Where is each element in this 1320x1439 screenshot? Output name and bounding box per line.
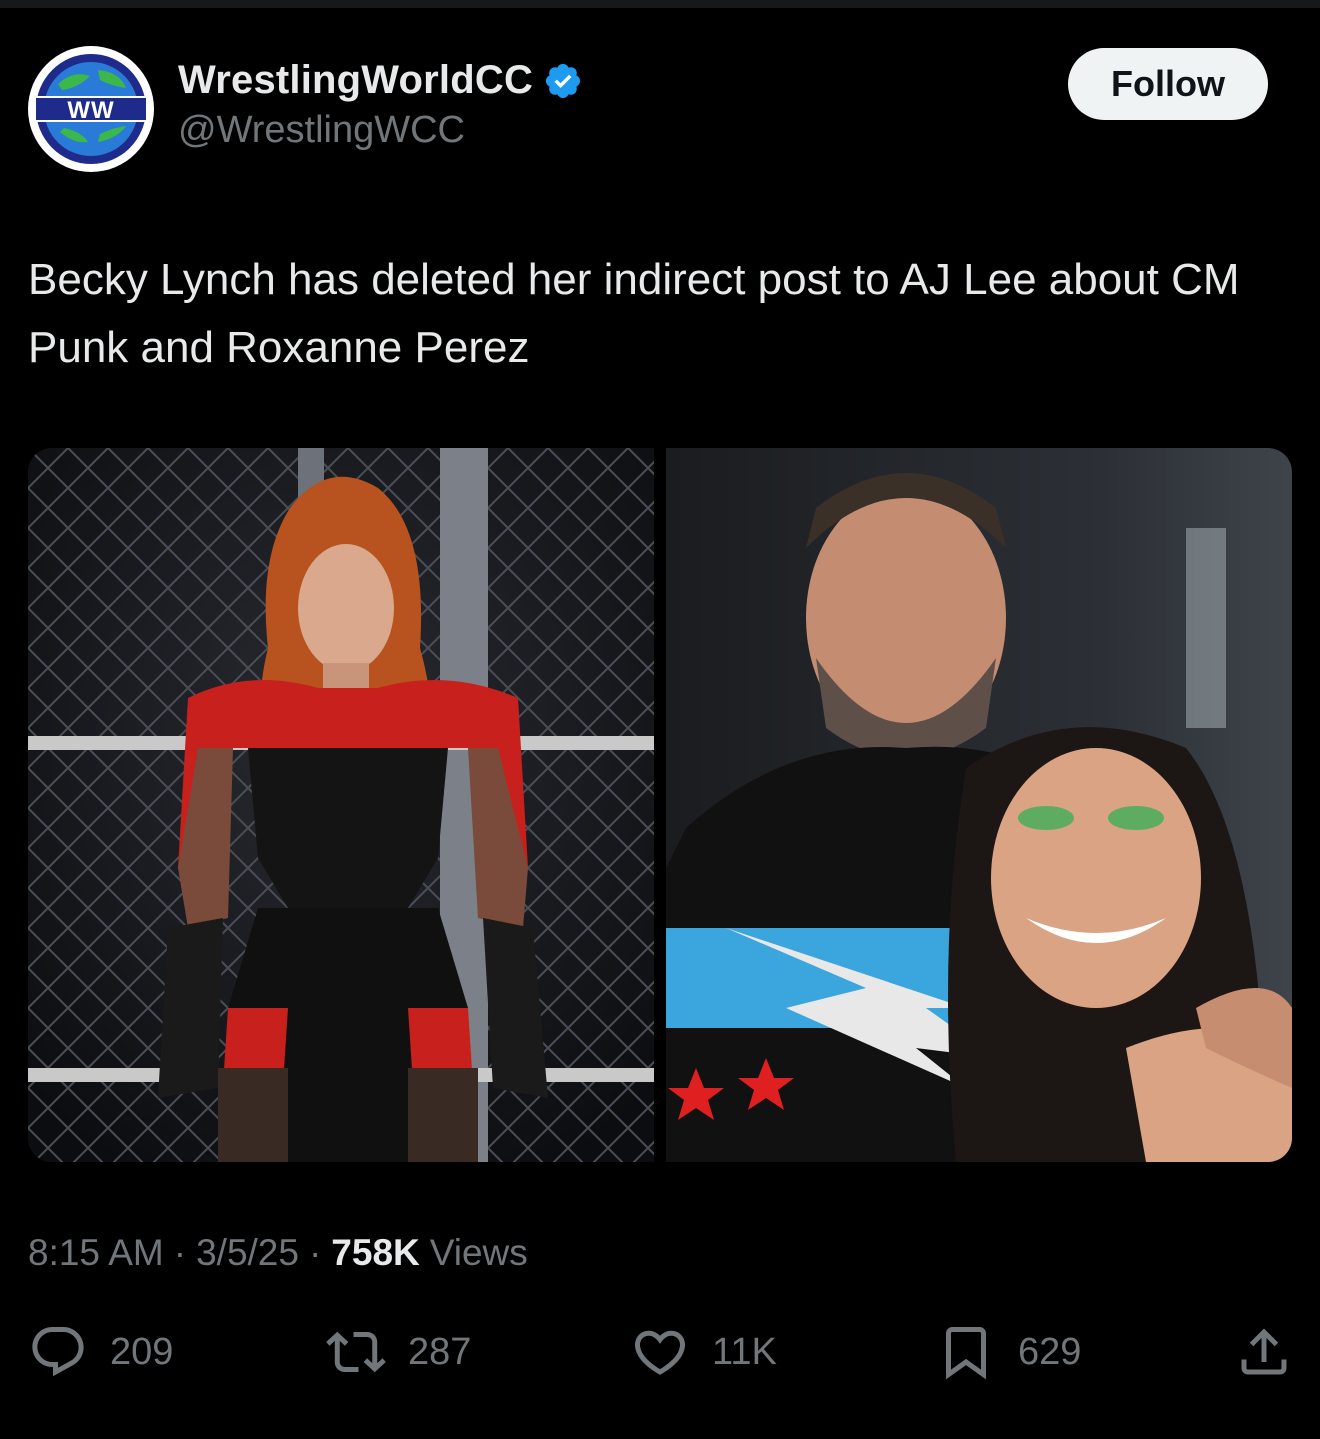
repost-button[interactable]: 287: [326, 1322, 471, 1382]
account-names: WrestlingWorldCC @WrestlingWCC: [178, 58, 583, 152]
svg-text:WW: WW: [67, 97, 114, 124]
share-icon: [1241, 1328, 1287, 1375]
like-button[interactable]: 11K: [630, 1322, 777, 1382]
heart-icon: [634, 1330, 686, 1375]
meta-separator: ·: [173, 1232, 187, 1273]
account-handle[interactable]: @WrestlingWCC: [178, 109, 583, 152]
reply-count: 209: [110, 1330, 174, 1373]
meta-separator: ·: [308, 1232, 322, 1273]
follow-button[interactable]: Follow: [1068, 48, 1268, 120]
avatar[interactable]: WW WW: [28, 46, 154, 172]
share-button[interactable]: [1234, 1322, 1294, 1382]
backstage-selfie-photo: [666, 448, 1292, 1162]
wrestling-world-logo: WW WW: [30, 48, 152, 170]
media-grid: [28, 448, 1292, 1162]
views-count: 758K: [331, 1232, 420, 1273]
tweet-text: Becky Lynch has deleted her indirect pos…: [28, 255, 1240, 372]
bookmark-count: 629: [1018, 1330, 1082, 1373]
tweet-header: WW WW WrestlingWorldCC @WrestlingWCC Fol…: [28, 46, 1292, 176]
media-photo-right[interactable]: [666, 448, 1292, 1162]
media-photo-left[interactable]: [28, 448, 654, 1162]
bookmark-button[interactable]: 629: [936, 1322, 1081, 1382]
display-name[interactable]: WrestlingWorldCC: [178, 58, 533, 103]
tweet-date[interactable]: 3/5/25: [196, 1232, 299, 1274]
top-divider: [0, 0, 1320, 8]
reply-icon: [32, 1327, 84, 1377]
bookmark-icon: [946, 1327, 986, 1380]
action-bar: 209 287 11K 629: [28, 1322, 1292, 1396]
repost-icon: [326, 1331, 386, 1373]
cage-wrestler-photo: [28, 448, 654, 1162]
tweet-meta: 8:15 AM · 3/5/25 · 758K Views: [28, 1232, 528, 1274]
repost-count: 287: [408, 1330, 472, 1373]
views-label: Views: [429, 1232, 528, 1273]
verified-badge-icon: [545, 63, 581, 98]
like-count: 11K: [712, 1330, 777, 1373]
reply-button[interactable]: 209: [28, 1322, 173, 1382]
tweet-time[interactable]: 8:15 AM: [28, 1232, 164, 1274]
